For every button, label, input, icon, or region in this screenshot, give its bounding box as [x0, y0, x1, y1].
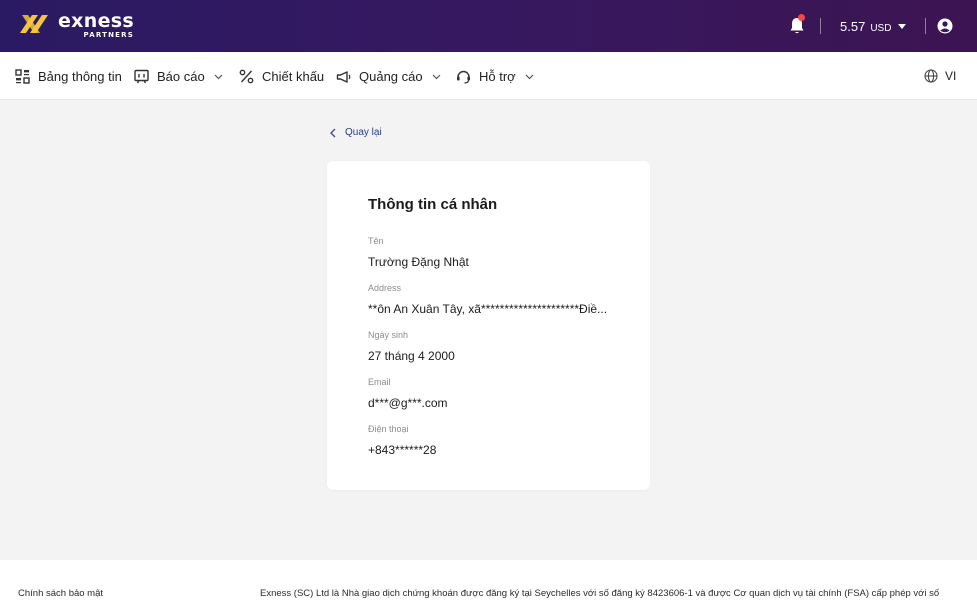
nav-label: Chiết khấu	[262, 68, 325, 84]
logo-wordmark: exness	[58, 10, 134, 32]
support-icon	[457, 70, 470, 84]
field-label: Ngày sinh	[368, 330, 409, 340]
nav-label: Hỗ trợ	[479, 68, 516, 84]
nav-item-promo[interactable]: Quảng cáo	[336, 52, 441, 100]
chevron-down-icon	[432, 74, 441, 79]
field-label: Email	[368, 377, 391, 387]
megaphone-icon	[336, 70, 351, 83]
field-name: Tên Trường Đặng Nhật	[368, 236, 613, 269]
notification-dot	[798, 14, 805, 21]
logo-subtitle: PARTNERS	[83, 31, 134, 39]
chevron-left-icon	[330, 128, 336, 137]
field-label: Address	[368, 283, 402, 293]
field-birthdate: Ngày sinh 27 tháng 4 2000	[368, 330, 613, 363]
chevron-down-icon	[214, 74, 223, 79]
personal-info-card: Thông tin cá nhân Tên Trường Đặng Nhật A…	[327, 161, 650, 490]
field-address: Address **ôn An Xuân Tây, xã************…	[368, 283, 613, 316]
header-divider	[925, 18, 926, 34]
field-label: Tên	[368, 236, 384, 246]
report-icon	[134, 69, 149, 83]
balance-value: 5.57	[840, 19, 866, 34]
dashboard-icon	[15, 68, 30, 84]
balance-currency: USD	[870, 23, 892, 34]
footer: Chính sách bảo mật Exness (SC) Ltd là Nh…	[0, 560, 977, 600]
field-value: Trường Đặng Nhật	[368, 255, 469, 269]
top-bar: exness PARTNERS 5.57 USD	[0, 0, 977, 52]
header-divider	[820, 18, 821, 34]
language-selector[interactable]: VI	[924, 52, 956, 100]
back-label: Quay lại	[345, 127, 382, 138]
exness-logo-mark-icon	[20, 15, 48, 33]
nav-item-reports[interactable]: Báo cáo	[134, 52, 223, 100]
globe-icon	[924, 69, 938, 83]
nav-label: Bảng thông tin	[38, 68, 122, 84]
legal-disclaimer: Exness (SC) Ltd là Nhà giao dịch chứng k…	[260, 588, 940, 599]
nav-label: Quảng cáo	[359, 68, 423, 84]
nav-item-support[interactable]: Hỗ trợ	[456, 52, 534, 100]
balance-selector[interactable]: 5.57 USD	[840, 19, 907, 34]
exness-logo[interactable]: exness PARTNERS	[18, 12, 134, 39]
percent-icon	[239, 69, 254, 83]
field-label: Điện thoại	[368, 424, 409, 434]
chevron-down-icon	[525, 74, 534, 79]
field-phone: Điện thoại +843******28	[368, 424, 613, 457]
nav-item-rebates[interactable]: Chiết khấu	[239, 52, 324, 100]
field-value: d***@g***.com	[368, 396, 448, 410]
field-value: +843******28	[368, 443, 437, 457]
nav-item-dashboard[interactable]: Bảng thông tin	[15, 52, 122, 100]
field-value: **ôn An Xuân Tây, xã********************…	[368, 302, 608, 316]
user-profile-icon[interactable]	[937, 18, 953, 34]
nav-label: Báo cáo	[157, 68, 205, 84]
privacy-policy-link[interactable]: Chính sách bảo mật	[18, 588, 103, 599]
field-value: 27 tháng 4 2000	[368, 349, 455, 363]
back-link[interactable]: Quay lại	[329, 127, 382, 138]
language-code: VI	[945, 69, 957, 83]
caret-down-icon	[898, 24, 907, 29]
main-nav: Bảng thông tin Báo cáo Chiết khấu Quảng …	[0, 52, 977, 100]
field-email: Email d***@g***.com	[368, 377, 613, 410]
card-title: Thông tin cá nhân	[368, 196, 498, 213]
